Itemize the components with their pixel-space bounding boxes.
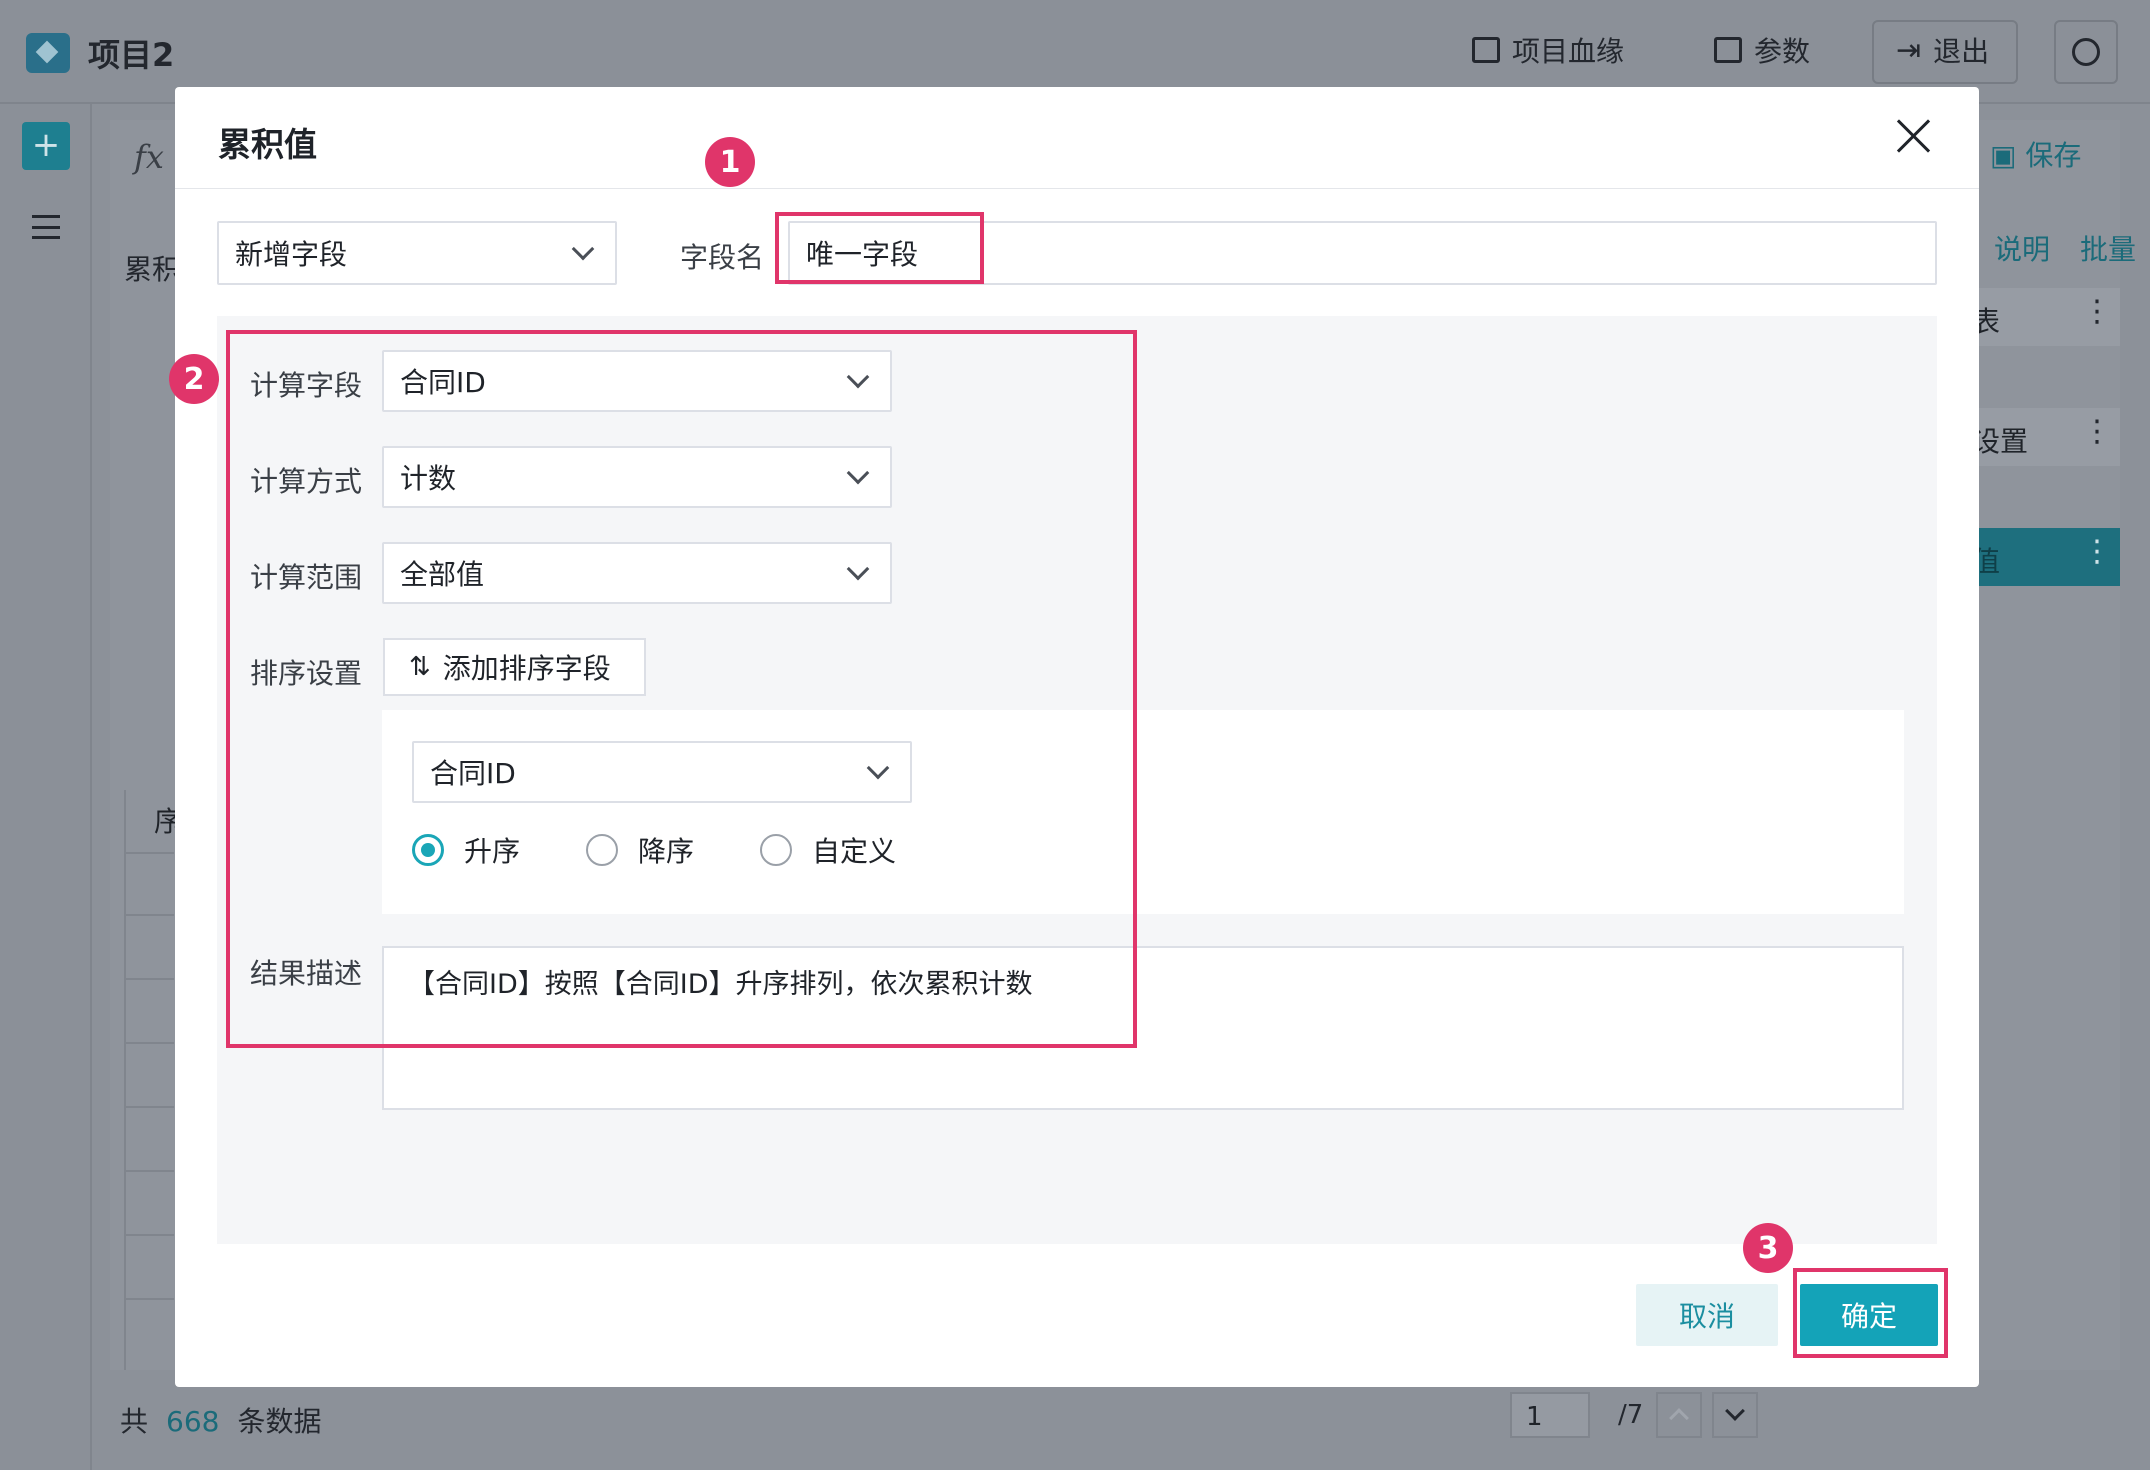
panel-label: 累积 — [124, 253, 181, 286]
save-icon: ▣ — [1990, 139, 2017, 172]
more-icon — [2072, 38, 2100, 66]
params-button[interactable]: 参数 — [1714, 30, 1810, 70]
app-logo-icon — [26, 33, 70, 73]
kebab-icon[interactable]: ⋮ — [2082, 294, 2112, 329]
fx-icon[interactable]: fx — [134, 138, 164, 176]
exit-button-content: ⇥ 退出 — [1896, 30, 1989, 70]
lineage-label: 项目血缘 — [1512, 35, 1625, 68]
row-count-suffix: 条数据 — [237, 1405, 322, 1438]
field-name-label: 字段名 — [680, 241, 765, 274]
page-input[interactable]: 1 — [1510, 1392, 1590, 1438]
field-type-value: 新增字段 — [235, 238, 348, 271]
row-count-number: 668 — [166, 1405, 220, 1438]
table-row — [124, 1234, 174, 1236]
add-step-icon[interactable] — [22, 122, 70, 170]
help-link[interactable]: 说明 — [1994, 228, 2050, 268]
field-type-select[interactable]: 新增字段 — [217, 221, 617, 285]
kebab-icon[interactable]: ⋮ — [2082, 414, 2112, 449]
side-row-label: 设置 — [1972, 425, 2029, 458]
row-count-prefix: 共 — [120, 1405, 149, 1438]
table-row — [124, 978, 174, 980]
outline-icon[interactable] — [32, 215, 60, 239]
table-row — [124, 1298, 174, 1300]
side-row-3-active[interactable]: 值 ⋮ — [1972, 528, 2120, 586]
params-label: 参数 — [1754, 35, 1811, 68]
lineage-icon — [1472, 37, 1500, 63]
save-button[interactable]: ▣ 保存 — [1990, 134, 2120, 178]
side-row-1[interactable]: 表 ⋮ — [1972, 288, 2120, 346]
divider — [175, 188, 1979, 189]
page-total: /7 — [1618, 1400, 1644, 1430]
chevron-up-icon — [1669, 1408, 1689, 1428]
exit-icon: ⇥ — [1896, 32, 1922, 68]
lineage-button[interactable]: 项目血缘 — [1472, 30, 1624, 70]
table-row — [124, 852, 174, 854]
page-down-button[interactable] — [1712, 1392, 1758, 1438]
page-up-button[interactable] — [1656, 1392, 1702, 1438]
close-icon[interactable] — [1896, 118, 1932, 154]
annotation-badge-2: 2 — [169, 354, 219, 404]
project-title: 项目2 — [88, 36, 175, 74]
highlight-field-name — [775, 212, 984, 284]
batch-link[interactable]: 批量 — [2080, 228, 2136, 268]
annotation-badge-3: 3 — [1743, 1223, 1793, 1273]
table-row — [124, 914, 174, 916]
annotation-badge-1: 1 — [705, 137, 755, 187]
left-rail — [0, 104, 92, 1470]
table-row — [124, 1106, 174, 1108]
save-label: 保存 — [2025, 139, 2082, 172]
params-icon — [1714, 37, 1742, 63]
row-count: 共 668 条数据 — [120, 1400, 321, 1440]
highlight-confirm — [1793, 1268, 1948, 1358]
side-row-2[interactable]: 设置 ⋮ — [1972, 408, 2120, 466]
kebab-icon[interactable]: ⋮ — [2082, 534, 2112, 569]
chevron-down-icon — [1725, 1401, 1745, 1421]
exit-label: 退出 — [1933, 35, 1990, 68]
chevron-down-icon — [571, 237, 595, 261]
table-row — [124, 1170, 174, 1172]
cancel-button[interactable]: 取消 — [1636, 1284, 1778, 1346]
table-row — [124, 1042, 174, 1044]
highlight-settings — [226, 330, 1137, 1048]
dialog-title: 累积值 — [218, 125, 317, 164]
